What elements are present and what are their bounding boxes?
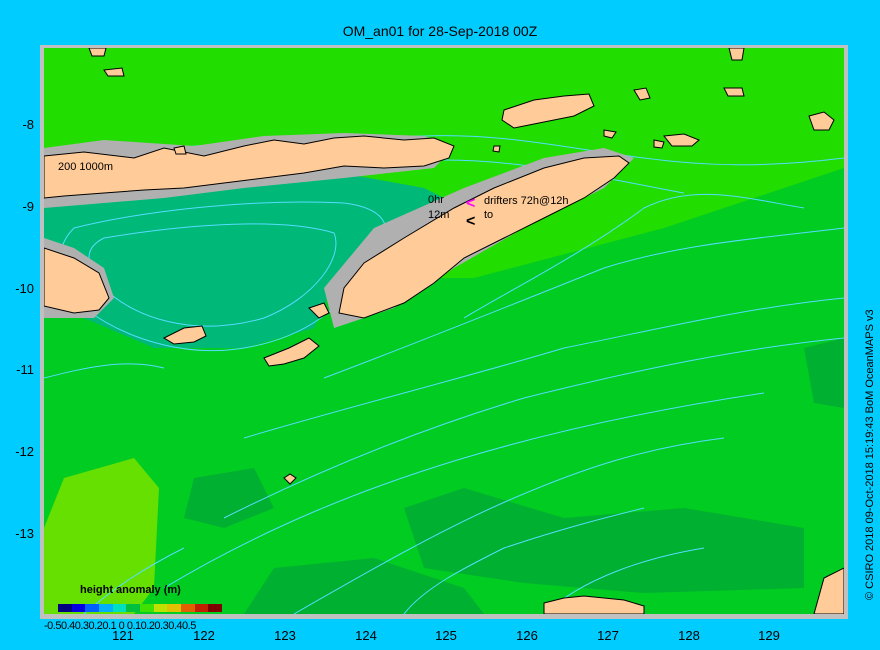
isobath-label: 200 1000m	[58, 161, 114, 173]
x-tick-label: 123	[274, 628, 296, 643]
colorbar-legend: height anomaly (m)	[58, 584, 228, 612]
colorbar-swatch	[181, 604, 195, 612]
colorbar-swatch	[71, 604, 86, 612]
colorbar-swatch	[126, 604, 141, 612]
drifter-label-title: drifters 72h@12h	[484, 195, 569, 207]
colorbar-swatch	[58, 604, 72, 612]
drifter-label-to: to	[484, 209, 494, 221]
small-island-11	[173, 145, 187, 155]
y-tick-label: -12	[15, 444, 34, 459]
drifter-label-0hr: 0hr	[428, 194, 444, 206]
colorbar-swatch	[112, 604, 127, 612]
small-island-2	[723, 87, 745, 97]
colorbar-swatch	[140, 604, 154, 612]
y-tick-label: -10	[15, 281, 34, 296]
x-tick-label: 124	[355, 628, 377, 643]
small-island-7	[728, 48, 745, 61]
colorbar-swatch	[99, 604, 113, 612]
credit-text: © CSIRO 2018 09-Oct-2018 15:19:43 BoM Oc…	[864, 309, 876, 600]
small-island-5	[103, 67, 125, 77]
map-canvas[interactable]: < <	[44, 48, 844, 614]
colorbar-swatch	[208, 604, 223, 612]
legend-title: height anomaly (m)	[80, 584, 181, 596]
small-island-4	[492, 145, 501, 153]
small-island-6	[88, 48, 107, 57]
x-tick-label: 128	[678, 628, 700, 643]
x-tick-label: 129	[758, 628, 780, 643]
colorbar-swatch	[167, 604, 182, 612]
drifter-marker-black: <	[466, 213, 475, 230]
y-tick-label: -13	[15, 526, 34, 541]
x-tick-label: 127	[597, 628, 619, 643]
x-tick-label: 126	[516, 628, 538, 643]
y-tick-label: -9	[22, 199, 34, 214]
colorbar-swatch	[194, 604, 209, 612]
colorbar-swatch	[85, 604, 100, 612]
chart-title: OM_an01 for 28-Sep-2018 00Z	[342, 23, 538, 39]
x-tick-label: 125	[435, 628, 457, 643]
drifter-label-12m: 12m	[428, 209, 450, 221]
colorbar-tick-labels: -0.50.40.30.20.1 0 0.10.20.30.40.5	[44, 620, 196, 632]
y-tick-label: -8	[22, 117, 34, 132]
colorbar	[58, 604, 223, 612]
colorbar-swatch	[153, 604, 168, 612]
y-tick-label: -11	[16, 362, 34, 377]
drifter-marker-magenta: <	[466, 195, 475, 212]
small-island-3	[653, 139, 665, 149]
